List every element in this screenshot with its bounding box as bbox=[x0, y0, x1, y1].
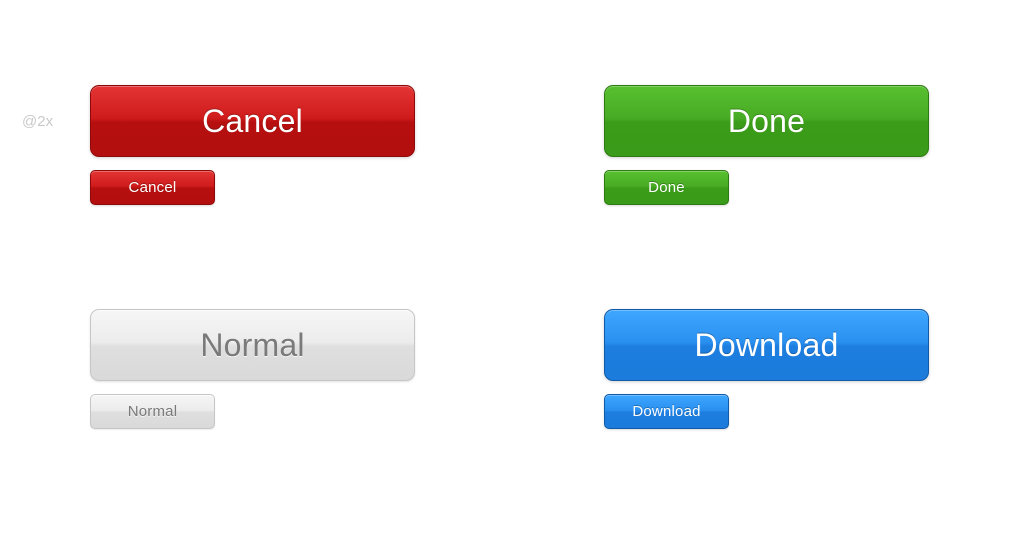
done-button-small-label: Done bbox=[648, 179, 685, 196]
normal-button-small-label: Normal bbox=[128, 403, 178, 420]
download-button-large[interactable]: Download bbox=[604, 309, 929, 381]
cancel-button-large-label: Cancel bbox=[202, 103, 303, 140]
normal-button-large-label: Normal bbox=[200, 327, 304, 364]
normal-button-large[interactable]: Normal bbox=[90, 309, 415, 381]
done-button-small[interactable]: Done bbox=[604, 170, 729, 205]
normal-button-small[interactable]: Normal bbox=[90, 394, 215, 429]
button-showcase-canvas: @2x Cancel Cancel Done Done Normal Norma… bbox=[0, 0, 1024, 551]
cancel-button-large[interactable]: Cancel bbox=[90, 85, 415, 157]
download-button-small-label: Download bbox=[632, 403, 700, 420]
cancel-button-small-label: Cancel bbox=[129, 179, 177, 196]
download-button-large-label: Download bbox=[695, 327, 839, 364]
download-button-small[interactable]: Download bbox=[604, 394, 729, 429]
cancel-button-small[interactable]: Cancel bbox=[90, 170, 215, 205]
done-button-large-label: Done bbox=[728, 103, 805, 140]
retina-indicator-label: @2x bbox=[22, 113, 53, 130]
done-button-large[interactable]: Done bbox=[604, 85, 929, 157]
